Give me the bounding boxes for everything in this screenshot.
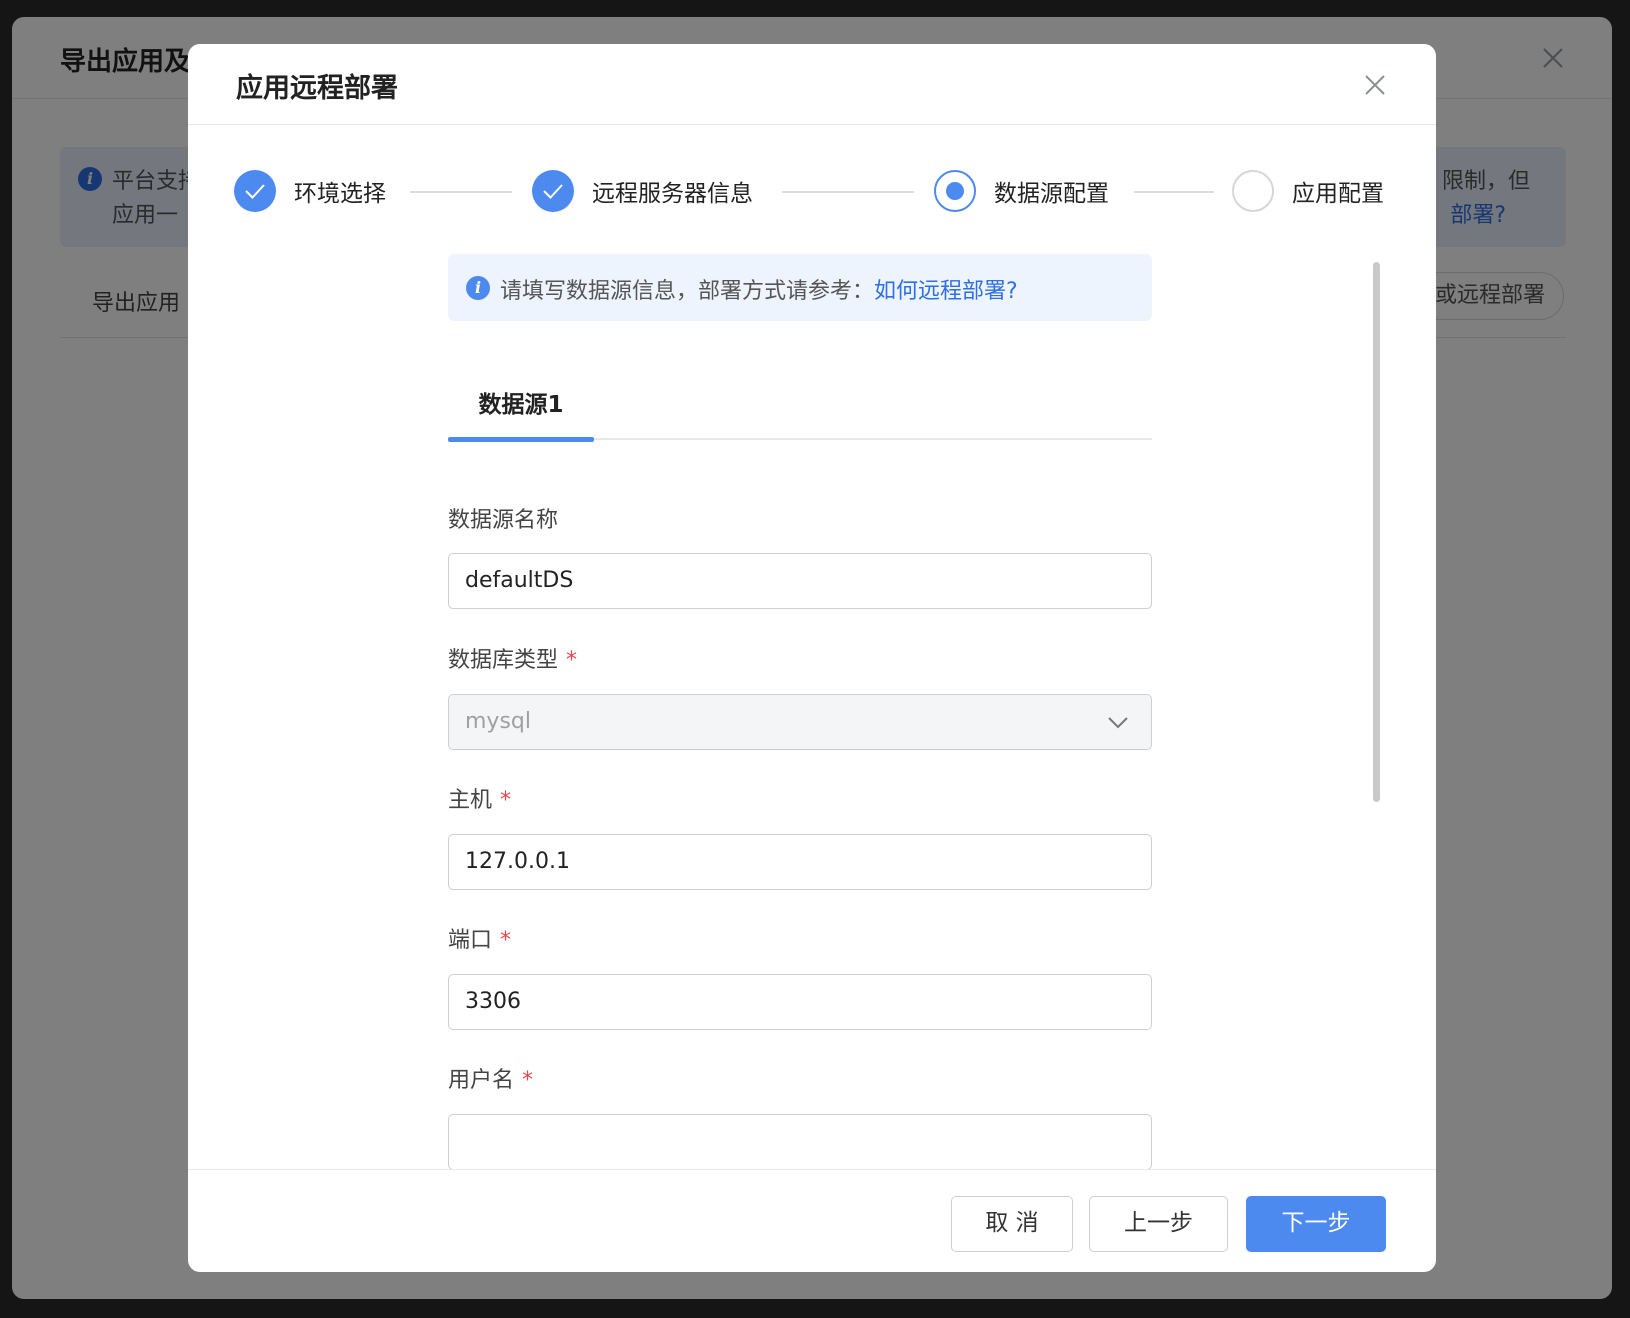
step-check-icon bbox=[532, 170, 574, 212]
modal-footer: 取 消 上一步 下一步 bbox=[188, 1169, 1436, 1272]
field-label-text: 数据源名称 bbox=[448, 508, 559, 533]
cancel-button[interactable]: 取 消 bbox=[951, 1196, 1073, 1252]
required-mark: * bbox=[522, 1068, 534, 1093]
step-connector bbox=[410, 191, 512, 193]
host-input[interactable]: 127.0.0.1 bbox=[448, 834, 1152, 890]
required-mark: * bbox=[566, 648, 578, 673]
scrollbar[interactable] bbox=[1373, 262, 1380, 802]
step-check-icon bbox=[234, 170, 276, 212]
step-connector bbox=[1134, 191, 1214, 193]
step-label: 数据源配置 bbox=[994, 181, 1109, 207]
username-input[interactable] bbox=[448, 1114, 1152, 1169]
step-label: 远程服务器信息 bbox=[592, 181, 753, 207]
steps: 环境选择 远程服务器信息 数据源配置 应用配置 bbox=[188, 169, 1436, 219]
info-icon: i bbox=[466, 276, 490, 300]
field-label-text: 数据库类型 bbox=[448, 648, 559, 673]
datasource-form: 数据源名称 defaultDS 数据库类型 * mysql 主机 * 127.0.0… bbox=[448, 454, 1152, 1169]
step-env-select: 环境选择 bbox=[234, 169, 386, 213]
step-datasource-config: 数据源配置 bbox=[934, 169, 1109, 213]
host-label: 主机 * bbox=[448, 782, 511, 814]
prev-step-button[interactable]: 上一步 bbox=[1089, 1196, 1228, 1252]
close-icon[interactable] bbox=[1360, 70, 1390, 100]
datasource-tabs: 数据源1 bbox=[448, 384, 1152, 442]
next-step-button[interactable]: 下一步 bbox=[1246, 1196, 1386, 1252]
field-label-text: 主机 bbox=[448, 788, 493, 813]
db-type-label: 数据库类型 * bbox=[448, 642, 577, 674]
info-text: 请填写数据源信息，部署方式请参考：如何远程部署? bbox=[500, 273, 1018, 305]
step-app-config: 应用配置 bbox=[1232, 169, 1384, 213]
step-label: 环境选择 bbox=[294, 181, 386, 207]
step-connector bbox=[782, 191, 914, 193]
ds-name-label: 数据源名称 bbox=[448, 502, 558, 534]
chevron-down-icon bbox=[1108, 717, 1128, 729]
field-label-text: 端口 bbox=[448, 928, 493, 953]
modal-header: 应用远程部署 bbox=[188, 44, 1436, 125]
port-label: 端口 * bbox=[448, 922, 511, 954]
port-input[interactable]: 3306 bbox=[448, 974, 1152, 1030]
step-pending-icon bbox=[1232, 170, 1274, 212]
step-current-icon bbox=[934, 170, 976, 212]
step-label: 应用配置 bbox=[1292, 181, 1384, 207]
field-label-text: 用户名 bbox=[448, 1068, 515, 1093]
ds-name-input[interactable]: defaultDS bbox=[448, 553, 1152, 609]
modal-title: 应用远程部署 bbox=[236, 73, 398, 104]
required-mark: * bbox=[500, 788, 512, 813]
select-value: mysql bbox=[465, 709, 531, 734]
tab-datasource-1[interactable]: 数据源1 bbox=[448, 384, 594, 442]
required-mark: * bbox=[500, 928, 512, 953]
username-label: 用户名 * bbox=[448, 1062, 533, 1094]
info-alert: i 请填写数据源信息，部署方式请参考：如何远程部署? bbox=[448, 254, 1152, 321]
step-remote-server: 远程服务器信息 bbox=[532, 169, 753, 213]
help-link[interactable]: 如何远程部署? bbox=[874, 279, 1018, 304]
remote-deploy-modal: 应用远程部署 环境选择 远程服务器信息 数据源配置 应用配置 i 请填写数据源信… bbox=[188, 44, 1436, 1272]
info-message: 请填写数据源信息，部署方式请参考： bbox=[500, 279, 875, 304]
db-type-select[interactable]: mysql bbox=[448, 694, 1152, 750]
